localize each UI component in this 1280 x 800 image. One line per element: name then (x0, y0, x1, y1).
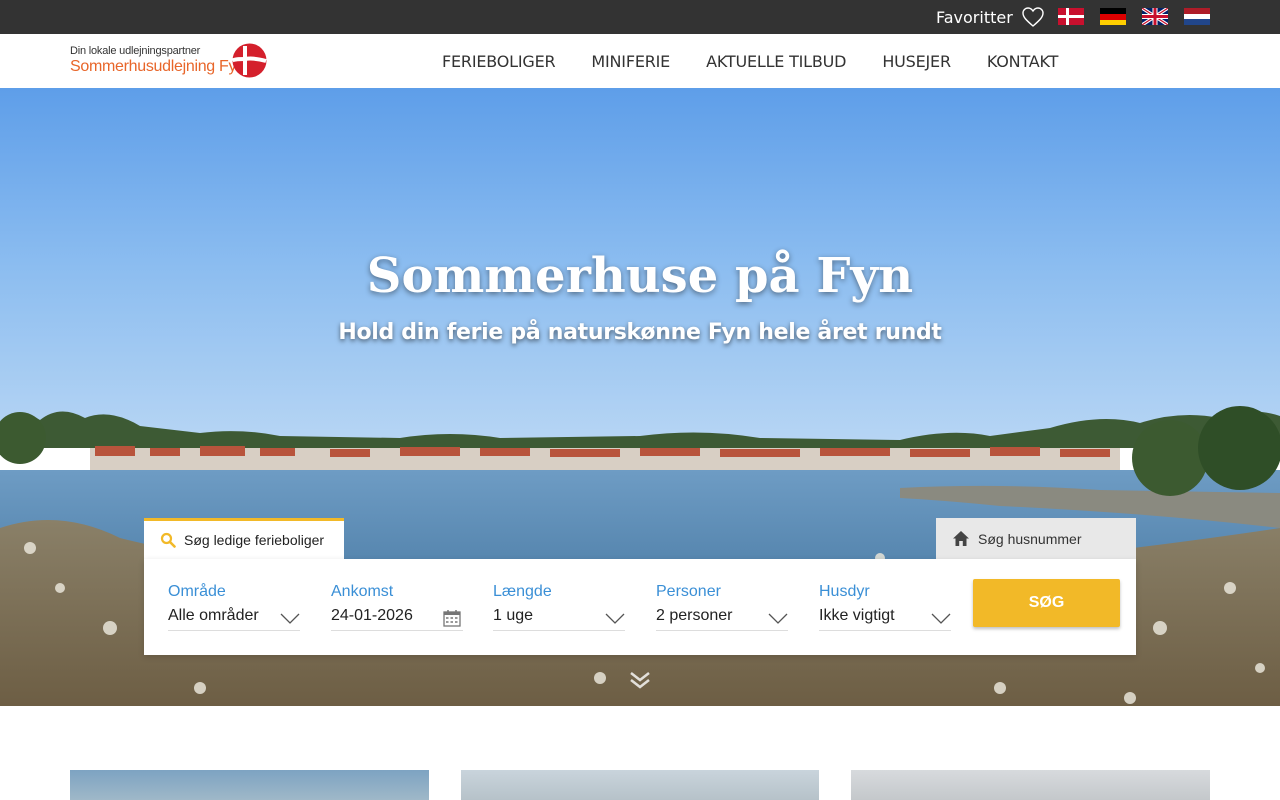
feature-card-2-image[interactable] (461, 770, 819, 800)
hero-section: Sommerhuse på Fyn Hold din ferie på natu… (0, 88, 1280, 706)
danish-flag-logo-icon (231, 43, 267, 78)
area-select[interactable]: Område Alle områder (168, 583, 300, 631)
feature-card-3-image[interactable] (851, 770, 1210, 800)
search-panel: Område Alle områder Ankomst 24-01-2026 L… (144, 559, 1136, 655)
logo-tagline: Din lokale udlejningspartner (70, 45, 201, 57)
top-bar: Favoritter (0, 0, 1280, 34)
chevron-down-icon (280, 613, 300, 624)
nav-item-aktuelle-tilbud[interactable]: AKTUELLE TILBUD (706, 52, 846, 71)
tab-search-house-number-label: Søg husnummer (978, 530, 1082, 547)
chevron-down-icon (931, 613, 951, 624)
arrival-date-field[interactable]: Ankomst 24-01-2026 (331, 583, 463, 631)
persons-select[interactable]: Personer 2 personer (656, 583, 788, 631)
persons-label: Personer (656, 583, 721, 600)
nav-item-husejer[interactable]: HUSEJER (882, 52, 951, 71)
heart-icon (1022, 7, 1044, 27)
hero-subtitle: Hold din ferie på naturskønne Fyn hele å… (338, 320, 942, 345)
chevron-down-icon (768, 613, 788, 624)
tab-search-house-number[interactable]: Søg husnummer (936, 518, 1136, 559)
favorites-link[interactable]: Favoritter (936, 0, 1045, 34)
pets-select[interactable]: Husdyr Ikke vigtigt (819, 583, 951, 631)
arrival-value: 24-01-2026 (331, 607, 413, 624)
duration-value: 1 uge (493, 607, 534, 624)
hero-title: Sommerhuse på Fyn (366, 248, 914, 304)
nav-item-miniferie[interactable]: MINIFERIE (591, 52, 670, 71)
arrival-label: Ankomst (331, 583, 394, 600)
calendar-icon (443, 610, 461, 627)
duration-select[interactable]: Længde 1 uge (493, 583, 625, 631)
area-value: Alle områder (168, 607, 259, 624)
logo-name: Sommerhusudlejning Fyn (70, 58, 245, 75)
main-header: Din lokale udlejningspartner Sommerhusud… (0, 34, 1280, 88)
search-button[interactable]: SØG (973, 579, 1120, 627)
home-icon (953, 531, 969, 546)
site-logo[interactable]: Din lokale udlejningspartner Sommerhusud… (70, 42, 270, 82)
tab-search-available-label: Søg ledige ferieboliger (184, 532, 325, 548)
flag-denmark-icon[interactable] (1058, 8, 1084, 25)
nav-item-kontakt[interactable]: KONTAKT (987, 52, 1058, 71)
feature-card-1-image[interactable] (70, 770, 429, 800)
flag-germany-icon[interactable] (1100, 8, 1126, 25)
nav-item-ferieboliger[interactable]: FERIEBOLIGER (442, 52, 556, 71)
flag-uk-icon[interactable] (1142, 8, 1168, 25)
chevron-down-icon (605, 613, 625, 624)
scroll-down-icon[interactable] (628, 670, 652, 690)
favorites-label: Favoritter (936, 7, 1013, 27)
duration-label: Længde (493, 583, 552, 600)
pets-label: Husdyr (819, 583, 870, 600)
language-selector (1058, 8, 1210, 25)
tab-search-available[interactable]: Søg ledige ferieboliger (144, 518, 344, 559)
area-label: Område (168, 583, 226, 600)
persons-value: 2 personer (656, 607, 733, 624)
search-icon (160, 532, 176, 548)
flag-netherlands-icon[interactable] (1184, 8, 1210, 25)
main-nav: FERIEBOLIGER MINIFERIE AKTUELLE TILBUD H… (442, 34, 1094, 88)
pets-value: Ikke vigtigt (819, 607, 895, 624)
